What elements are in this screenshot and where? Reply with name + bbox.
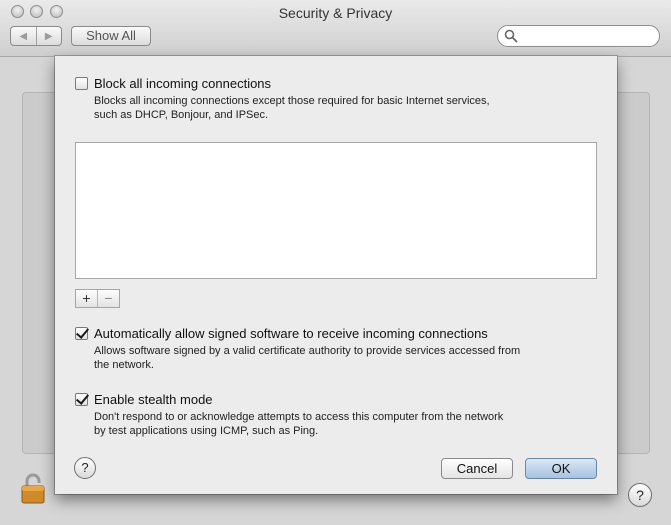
- stealth-description: Don't respond to or acknowledge attempts…: [94, 410, 574, 438]
- firewall-options-sheet: Block all incoming connections Blocks al…: [55, 56, 617, 494]
- auto-allow-desc-line1: Allows software signed by a valid certif…: [94, 345, 521, 357]
- search-input[interactable]: [522, 28, 656, 46]
- auto-allow-row[interactable]: Automatically allow signed software to r…: [75, 326, 488, 341]
- stealth-checkbox[interactable]: [75, 393, 88, 406]
- sheet-help-icon[interactable]: ?: [74, 457, 96, 479]
- ok-button[interactable]: OK: [525, 458, 597, 479]
- block-all-desc-line1: Blocks all incoming connections except t…: [94, 95, 490, 107]
- help-icon[interactable]: ?: [628, 483, 652, 507]
- block-all-checkbox[interactable]: [75, 77, 88, 90]
- auto-allow-label: Automatically allow signed software to r…: [94, 326, 488, 341]
- auto-allow-desc-line2: the network.: [94, 359, 154, 371]
- stealth-desc-line1: Don't respond to or acknowledge attempts…: [94, 411, 504, 423]
- title-bar: Security & Privacy ◀ ▶ Show All: [0, 0, 671, 57]
- list-add-remove-control: + −: [75, 289, 120, 308]
- back-forward-control: ◀ ▶: [10, 26, 62, 46]
- auto-allow-checkbox[interactable]: [75, 327, 88, 340]
- search-field[interactable]: [497, 25, 660, 47]
- stealth-label: Enable stealth mode: [94, 392, 213, 407]
- preferences-window: Security & Privacy ◀ ▶ Show All ? Block …: [0, 0, 671, 525]
- stealth-row[interactable]: Enable stealth mode: [75, 392, 213, 407]
- show-all-button[interactable]: Show All: [71, 26, 151, 46]
- stealth-desc-line2: by test applications using ICMP, such as…: [94, 425, 319, 437]
- lock-icon[interactable]: [20, 472, 46, 504]
- add-app-button[interactable]: +: [76, 290, 97, 307]
- remove-app-button[interactable]: −: [97, 290, 119, 307]
- block-all-row[interactable]: Block all incoming connections: [75, 76, 271, 91]
- search-icon: [504, 29, 518, 43]
- back-button[interactable]: ◀: [11, 27, 36, 45]
- window-title: Security & Privacy: [278, 5, 393, 21]
- block-all-description: Blocks all incoming connections except t…: [94, 94, 574, 122]
- cancel-button[interactable]: Cancel: [441, 458, 513, 479]
- auto-allow-description: Allows software signed by a valid certif…: [94, 344, 574, 372]
- block-all-label: Block all incoming connections: [94, 76, 272, 91]
- application-list[interactable]: [75, 142, 597, 279]
- forward-button[interactable]: ▶: [35, 27, 62, 45]
- block-all-desc-line2: such as DHCP, Bonjour, and IPSec.: [94, 109, 269, 121]
